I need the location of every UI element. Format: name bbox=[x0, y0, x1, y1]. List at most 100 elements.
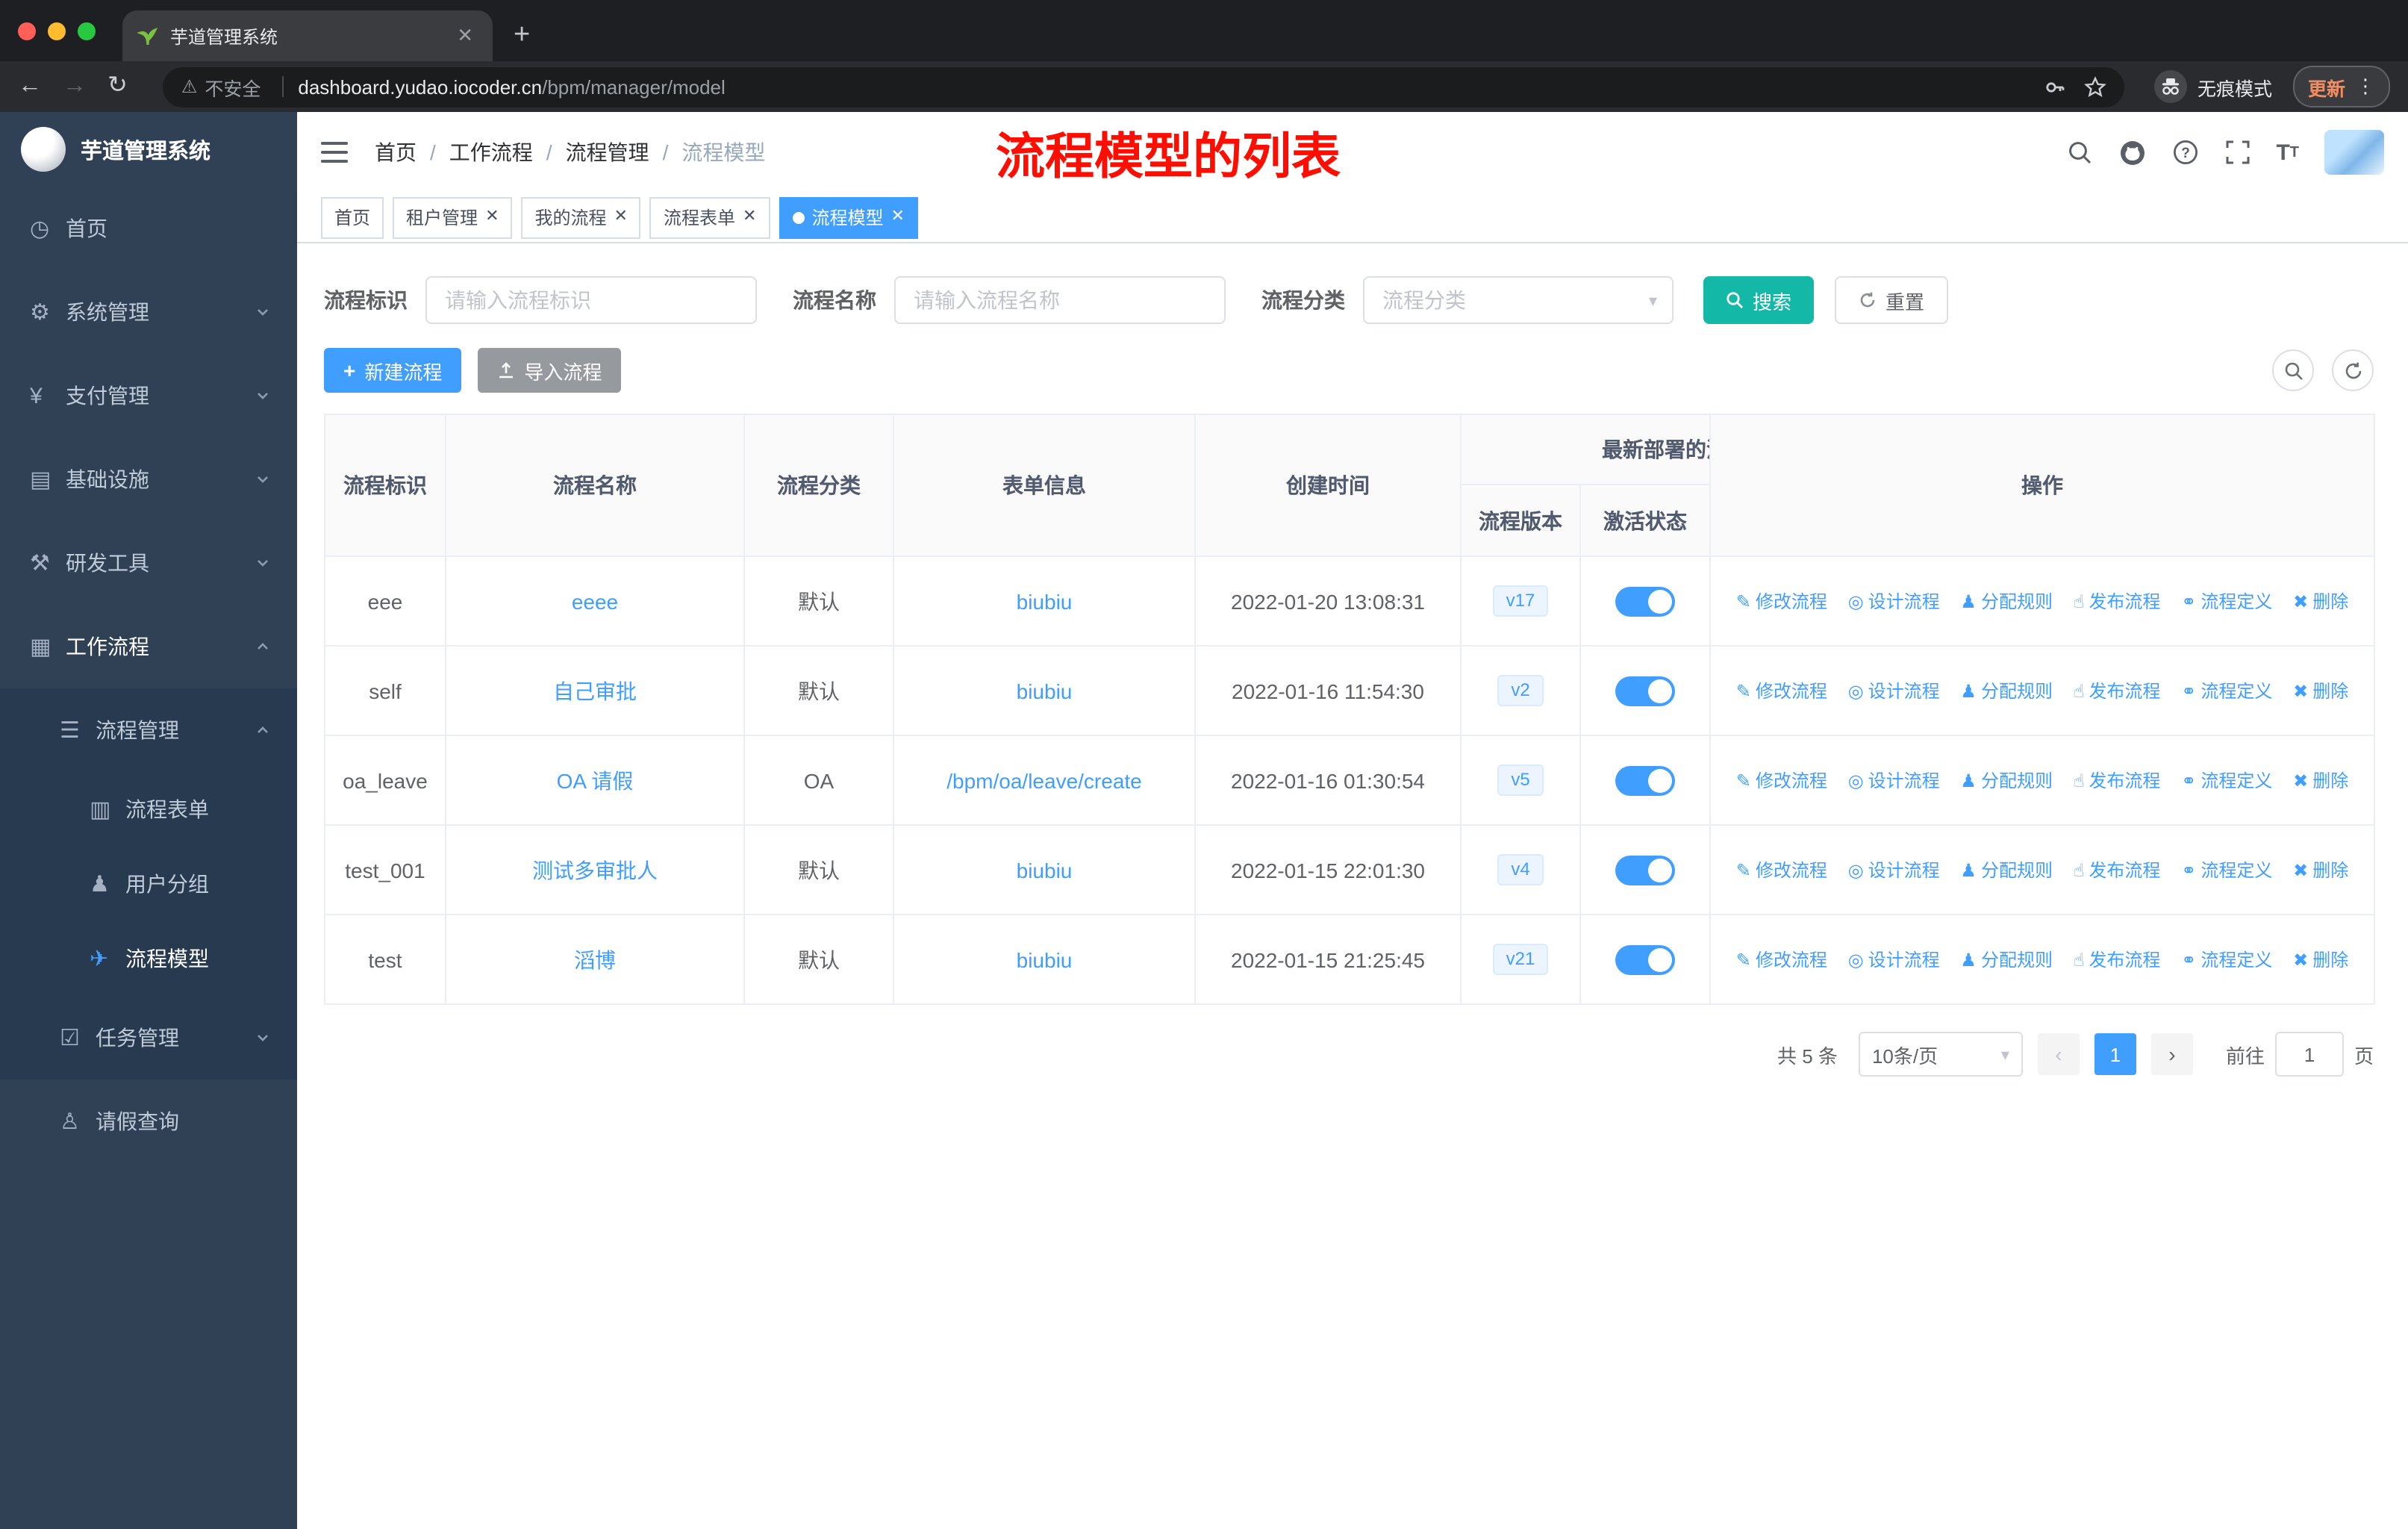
app-logo[interactable]: 芋道管理系统 bbox=[0, 112, 297, 187]
sidebar-item-home[interactable]: ◷ 首页 bbox=[0, 187, 297, 270]
password-key-icon[interactable] bbox=[2044, 75, 2066, 98]
fullscreen-icon[interactable] bbox=[2224, 139, 2251, 166]
process-definition-link[interactable]: ⚭ 流程定义 bbox=[2181, 768, 2272, 794]
create-process-button[interactable]: + 新建流程 bbox=[324, 348, 462, 393]
assign-rule-link[interactable]: ♟ 分配规则 bbox=[1960, 947, 2053, 973]
delete-link[interactable]: ✖ 删除 bbox=[2293, 947, 2348, 973]
prev-page-button[interactable]: ‹ bbox=[2037, 1033, 2080, 1075]
window-zoom-button[interactable] bbox=[78, 22, 96, 40]
assign-rule-link[interactable]: ♟ 分配规则 bbox=[1960, 589, 2053, 614]
search-icon[interactable] bbox=[2065, 139, 2092, 166]
page-size-select[interactable]: 10条/页 ▾ bbox=[1858, 1032, 2023, 1077]
browser-menu-icon[interactable]: ⋮ bbox=[2356, 75, 2375, 99]
sidebar-item-user-group[interactable]: ♟ 用户分组 bbox=[0, 847, 297, 921]
user-avatar[interactable] bbox=[2324, 130, 2384, 175]
form-info-link[interactable]: biubiu bbox=[1017, 589, 1073, 613]
edit-process-link[interactable]: ✎ 修改流程 bbox=[1736, 679, 1827, 704]
github-icon[interactable] bbox=[2118, 138, 2146, 166]
sidebar-collapse-icon[interactable] bbox=[321, 142, 348, 163]
model-name-link[interactable]: 自己审批 bbox=[553, 679, 637, 703]
edit-process-link[interactable]: ✎ 修改流程 bbox=[1736, 589, 1827, 614]
active-toggle[interactable] bbox=[1615, 944, 1675, 974]
process-definition-link[interactable]: ⚭ 流程定义 bbox=[2181, 858, 2272, 883]
process-definition-link[interactable]: ⚭ 流程定义 bbox=[2181, 589, 2272, 614]
delete-link[interactable]: ✖ 删除 bbox=[2293, 858, 2348, 883]
next-page-button[interactable]: › bbox=[2150, 1033, 2193, 1075]
assign-rule-link[interactable]: ♟ 分配规则 bbox=[1960, 768, 2053, 794]
design-process-link[interactable]: ◎ 设计流程 bbox=[1848, 589, 1940, 614]
browser-tab[interactable]: 芋道管理系统 ✕ bbox=[122, 10, 493, 61]
form-info-link[interactable]: biubiu bbox=[1017, 679, 1073, 703]
assign-rule-link[interactable]: ♟ 分配规则 bbox=[1960, 679, 2053, 704]
sidebar-item-workflow[interactable]: ▦ 工作流程 bbox=[0, 605, 297, 688]
form-info-link[interactable]: /bpm/oa/leave/create bbox=[946, 768, 1142, 792]
breadcrumb-workflow[interactable]: 工作流程 bbox=[449, 137, 533, 167]
window-close-button[interactable] bbox=[18, 22, 36, 40]
sidebar-item-infra[interactable]: ▤ 基础设施 bbox=[0, 437, 297, 521]
model-name-link[interactable]: 滔博 bbox=[574, 947, 616, 971]
version-badge[interactable]: v21 bbox=[1492, 943, 1549, 976]
version-badge[interactable]: v2 bbox=[1497, 674, 1544, 707]
page-1-button[interactable]: 1 bbox=[2094, 1033, 2136, 1075]
sidebar-item-payment[interactable]: ¥ 支付管理 bbox=[0, 354, 297, 437]
publish-process-link[interactable]: ☝ 发布流程 bbox=[2074, 679, 2161, 704]
sidebar-item-process-form[interactable]: ▥ 流程表单 bbox=[0, 772, 297, 847]
tab-close-icon[interactable]: ✕ bbox=[452, 24, 478, 48]
tag-process-form[interactable]: 流程表单 ✕ bbox=[649, 196, 770, 238]
edit-process-link[interactable]: ✎ 修改流程 bbox=[1736, 768, 1827, 794]
publish-process-link[interactable]: ☝ 发布流程 bbox=[2074, 947, 2161, 973]
active-toggle[interactable] bbox=[1615, 855, 1675, 885]
sidebar-item-leave-query[interactable]: ♙ 请假查询 bbox=[0, 1080, 297, 1163]
process-definition-link[interactable]: ⚭ 流程定义 bbox=[2181, 679, 2272, 704]
forward-button[interactable]: → bbox=[63, 74, 87, 99]
design-process-link[interactable]: ◎ 设计流程 bbox=[1848, 858, 1940, 883]
goto-page-input[interactable] bbox=[2274, 1032, 2344, 1077]
design-process-link[interactable]: ◎ 设计流程 bbox=[1848, 768, 1940, 794]
form-info-link[interactable]: biubiu bbox=[1017, 947, 1073, 971]
tag-home[interactable]: 首页 bbox=[321, 196, 384, 238]
process-definition-link[interactable]: ⚭ 流程定义 bbox=[2181, 947, 2272, 973]
breadcrumb-home[interactable]: 首页 bbox=[375, 137, 417, 167]
tag-process-model[interactable]: 流程模型 ✕ bbox=[779, 196, 918, 238]
font-size-icon[interactable]: TT bbox=[2276, 140, 2299, 165]
category-select[interactable]: 流程分类 ▾ bbox=[1363, 276, 1674, 324]
active-toggle[interactable] bbox=[1615, 586, 1675, 616]
search-button[interactable]: 搜索 bbox=[1703, 276, 1815, 324]
table-refresh-icon[interactable] bbox=[2332, 349, 2374, 391]
help-icon[interactable]: ? bbox=[2171, 139, 2198, 166]
new-tab-button[interactable]: + bbox=[514, 19, 530, 52]
edit-process-link[interactable]: ✎ 修改流程 bbox=[1736, 858, 1827, 883]
version-badge[interactable]: v4 bbox=[1497, 853, 1544, 886]
delete-link[interactable]: ✖ 删除 bbox=[2293, 679, 2348, 704]
table-search-toggle-icon[interactable] bbox=[2272, 349, 2314, 391]
process-key-input[interactable] bbox=[425, 276, 757, 324]
delete-link[interactable]: ✖ 删除 bbox=[2293, 589, 2348, 614]
reload-button[interactable]: ↻ bbox=[107, 74, 128, 99]
design-process-link[interactable]: ◎ 设计流程 bbox=[1848, 679, 1940, 704]
version-badge[interactable]: v17 bbox=[1492, 585, 1549, 617]
bookmark-star-icon[interactable] bbox=[2084, 75, 2106, 98]
design-process-link[interactable]: ◎ 设计流程 bbox=[1848, 947, 1940, 973]
form-info-link[interactable]: biubiu bbox=[1017, 858, 1073, 882]
address-bar[interactable]: ⚠ 不安全 dashboard.yudao.iocoder.cn/bpm/man… bbox=[163, 66, 2124, 107]
sidebar-item-system[interactable]: ⚙ 系统管理 bbox=[0, 270, 297, 354]
process-name-input[interactable] bbox=[894, 276, 1226, 324]
breadcrumb-process-mgmt[interactable]: 流程管理 bbox=[566, 137, 649, 167]
model-name-link[interactable]: 测试多审批人 bbox=[532, 858, 658, 882]
sidebar-item-process-mgmt[interactable]: ☰ 流程管理 bbox=[0, 688, 297, 772]
security-label[interactable]: 不安全 bbox=[205, 72, 261, 101]
active-toggle[interactable] bbox=[1615, 676, 1675, 706]
sidebar-item-devtools[interactable]: ⚒ 研发工具 bbox=[0, 521, 297, 605]
delete-link[interactable]: ✖ 删除 bbox=[2293, 768, 2348, 794]
window-minimize-button[interactable] bbox=[48, 22, 66, 40]
publish-process-link[interactable]: ☝ 发布流程 bbox=[2074, 589, 2161, 614]
tag-tenant-mgmt[interactable]: 租户管理 ✕ bbox=[393, 196, 513, 238]
import-process-button[interactable]: 导入流程 bbox=[478, 348, 622, 393]
tag-close-icon[interactable]: ✕ bbox=[614, 208, 628, 225]
model-name-link[interactable]: OA 请假 bbox=[557, 768, 634, 792]
tag-close-icon[interactable]: ✕ bbox=[890, 208, 904, 225]
edit-process-link[interactable]: ✎ 修改流程 bbox=[1736, 947, 1827, 973]
tag-my-process[interactable]: 我的流程 ✕ bbox=[521, 196, 641, 238]
model-name-link[interactable]: eeee bbox=[572, 589, 618, 613]
reset-button[interactable]: 重置 bbox=[1835, 276, 1949, 324]
